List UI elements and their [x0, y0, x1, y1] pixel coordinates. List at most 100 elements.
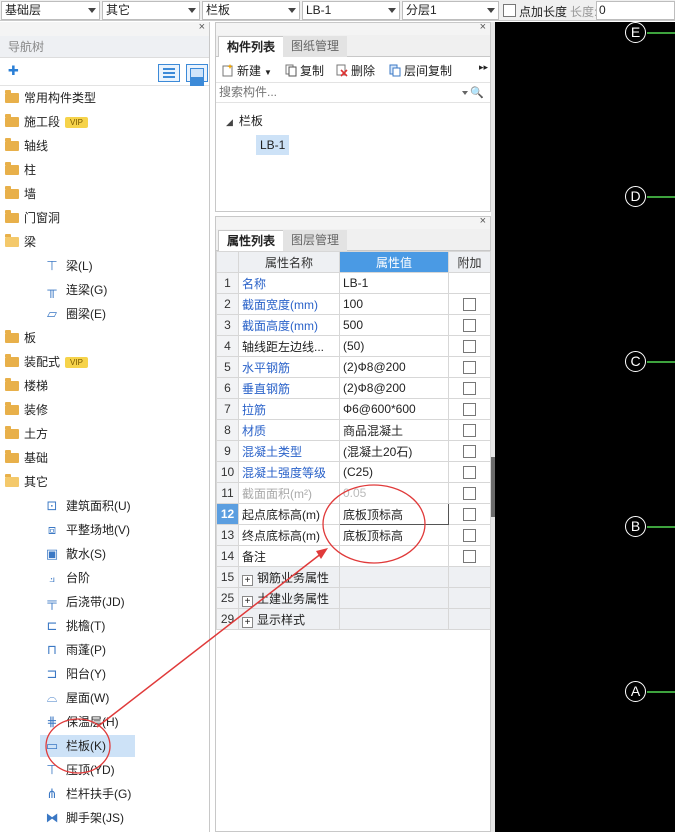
property-row[interactable]: 9 混凝土类型 (混凝土20石) [216, 440, 491, 462]
tab-drawing-management[interactable]: 图纸管理 [283, 36, 348, 57]
property-value[interactable]: (C25) [339, 461, 449, 483]
property-row[interactable]: 2 截面宽度(mm) 100 [216, 293, 491, 315]
extra-checkbox[interactable] [463, 361, 476, 375]
new-button[interactable]: 新建 ▼ [222, 62, 272, 79]
property-value[interactable]: 底板顶标高 [339, 503, 449, 525]
property-group-row[interactable]: 25 + 土建业务属性 [216, 587, 491, 609]
list-view-button[interactable] [158, 64, 180, 82]
category-select[interactable]: 其它 [102, 1, 200, 20]
extra-checkbox[interactable] [463, 529, 476, 543]
component-tree-root[interactable]: ◢ 栏板 [216, 109, 490, 133]
property-value[interactable]: Ф6@600*600 [339, 398, 449, 420]
axis-label-circle[interactable]: D [625, 186, 646, 207]
component-type-select[interactable]: 栏板 [202, 1, 300, 20]
nav-group-item[interactable]: 门窗洞 [0, 206, 209, 230]
extra-checkbox[interactable] [463, 319, 476, 333]
property-value[interactable]: (50) [339, 335, 449, 357]
nav-group-item[interactable]: 基础 [0, 446, 209, 470]
property-row[interactable]: 10 混凝土强度等级 (C25) [216, 461, 491, 483]
layer-select[interactable]: 分层1 [402, 1, 499, 20]
nav-child-item[interactable]: ⋕ 保温层(H) [0, 710, 209, 734]
property-row[interactable]: 8 材质 商品混凝土 [216, 419, 491, 441]
expand-plus-icon[interactable]: + [242, 616, 253, 628]
nav-group-item[interactable]: 墙 [0, 182, 209, 206]
property-row[interactable]: 12 起点底标高(m) 底板顶标高 [216, 503, 491, 525]
nav-group-item[interactable]: 装配式 VIP [0, 350, 209, 374]
property-value[interactable]: 商品混凝土 [339, 419, 449, 441]
nav-child-item[interactable]: ⊤ 压顶(YD) [0, 758, 209, 782]
nav-child-item[interactable]: ⋔ 栏杆扶手(G) [0, 782, 209, 806]
property-value[interactable]: (2)Ф8@200 [339, 377, 449, 399]
component-select[interactable]: LB-1 [302, 1, 400, 20]
nav-child-item[interactable]: ⊤ 梁(L) [0, 254, 209, 278]
more-tools-button[interactable]: ▸▸ [479, 62, 488, 73]
collapse-triangle-icon[interactable]: ◢ [226, 117, 233, 127]
property-value[interactable] [339, 545, 449, 567]
nav-child-item[interactable]: ⌓ 屋面(W) [0, 686, 209, 710]
property-row[interactable]: 11 截面面积(m²) 0.05 [216, 482, 491, 504]
close-icon[interactable]: × [199, 21, 205, 33]
axis-label-circle[interactable]: E [625, 22, 646, 43]
tab-component-list[interactable]: 构件列表 [218, 36, 285, 57]
nav-group-item[interactable]: 轴线 [0, 134, 209, 158]
property-row[interactable]: 13 终点底标高(m) 底板顶标高 [216, 524, 491, 546]
tab-property-list[interactable]: 属性列表 [218, 230, 285, 251]
nav-group-item[interactable]: 常用构件类型 [0, 86, 209, 110]
nav-child-item[interactable]: ▣ 散水(S) [0, 542, 209, 566]
nav-child-item[interactable]: ▭ 栏板(K) [0, 734, 209, 758]
property-value[interactable]: 底板顶标高 [339, 524, 449, 546]
expand-plus-icon[interactable]: + [242, 595, 253, 607]
property-row[interactable]: 3 截面高度(mm) 500 [216, 314, 491, 336]
nav-group-item[interactable]: 装修 [0, 398, 209, 422]
property-row[interactable]: 6 垂直钢筋 (2)Ф8@200 [216, 377, 491, 399]
extra-checkbox[interactable] [463, 550, 476, 564]
extra-checkbox[interactable] [463, 487, 476, 501]
property-value[interactable]: 500 [339, 314, 449, 336]
nav-group-item[interactable]: 楼梯 [0, 374, 209, 398]
nav-child-item[interactable]: ⧈ 平整场地(V) [0, 518, 209, 542]
grid-view-button[interactable] [186, 64, 208, 82]
axis-label-circle[interactable]: A [625, 681, 646, 702]
close-icon[interactable]: × [480, 215, 486, 227]
property-row[interactable]: 7 拉筋 Ф6@600*600 [216, 398, 491, 420]
extra-checkbox[interactable] [463, 445, 476, 459]
property-row[interactable]: 5 水平钢筋 (2)Ф8@200 [216, 356, 491, 378]
property-value[interactable]: (2)Ф8@200 [339, 356, 449, 378]
chevron-down-icon[interactable] [462, 91, 468, 95]
drawing-canvas[interactable]: E D C B A [495, 22, 675, 832]
component-search-input[interactable] [216, 83, 456, 101]
add-sparkle-icon[interactable]: ✚ [8, 63, 19, 79]
nav-child-item[interactable]: ╤ 后浇带(JD) [0, 590, 209, 614]
copy-button[interactable]: 复制 [285, 62, 324, 79]
property-value[interactable]: (混凝土20石) [339, 440, 449, 462]
length-input[interactable]: 0 [596, 1, 675, 20]
delete-button[interactable]: 删除 [336, 62, 375, 79]
axis-label-circle[interactable]: C [625, 351, 646, 372]
floor-copy-button[interactable]: 层间复制 [389, 62, 452, 79]
property-row[interactable]: 4 轴线距左边线... (50) [216, 335, 491, 357]
nav-group-item[interactable]: 土方 [0, 422, 209, 446]
property-value[interactable]: LB-1 [339, 272, 449, 294]
extra-checkbox[interactable] [463, 298, 476, 312]
property-value[interactable]: 100 [339, 293, 449, 315]
nav-group-item[interactable]: 梁 [0, 230, 209, 254]
extra-checkbox[interactable] [463, 382, 476, 396]
nav-child-item[interactable]: ▱ 圈梁(E) [0, 302, 209, 326]
property-row[interactable]: 14 备注 [216, 545, 491, 567]
property-group-row[interactable]: 29 + 显示样式 [216, 608, 491, 630]
nav-child-item[interactable]: ⊓ 雨蓬(P) [0, 638, 209, 662]
tab-layer-management[interactable]: 图层管理 [283, 230, 348, 251]
search-icon[interactable]: 🔍 [470, 86, 484, 99]
floor-select[interactable]: 基础层 [1, 1, 100, 20]
extra-checkbox[interactable] [463, 466, 476, 480]
property-row[interactable]: 1 名称 LB-1 [216, 272, 491, 294]
property-value[interactable]: 0.05 [339, 482, 449, 504]
axis-label-circle[interactable]: B [625, 516, 646, 537]
point-length-checkbox[interactable] [503, 4, 516, 17]
component-tree-item[interactable]: LB-1 [216, 133, 490, 157]
nav-child-item[interactable]: ⟓ 台阶 [0, 566, 209, 590]
nav-child-item[interactable]: ⧓ 脚手架(JS) [0, 806, 209, 830]
property-group-row[interactable]: 15 + 钢筋业务属性 [216, 566, 491, 588]
expand-plus-icon[interactable]: + [242, 574, 253, 586]
nav-child-item[interactable]: ⊐ 阳台(Y) [0, 662, 209, 686]
